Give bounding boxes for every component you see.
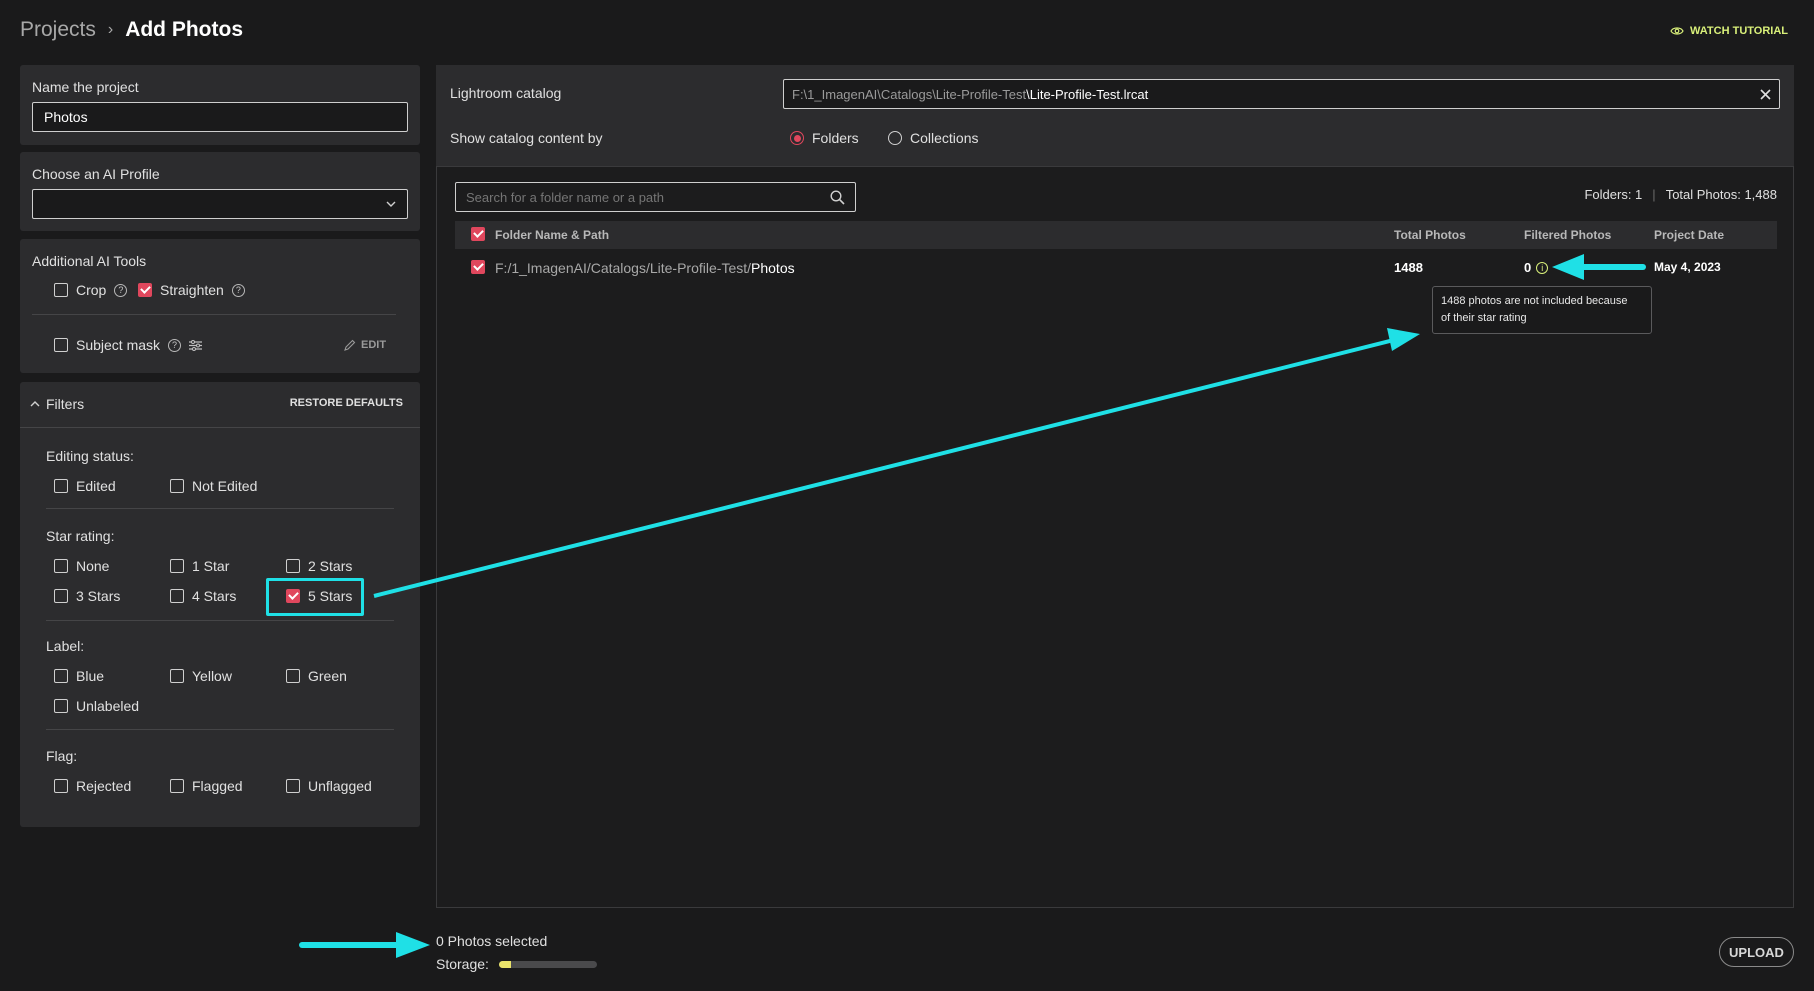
arrow-to-photos-selected	[299, 932, 430, 958]
arrow-to-filtered-photos	[1552, 254, 1646, 280]
annotation-overlay	[299, 254, 1646, 958]
arrow-to-tooltip	[373, 328, 1420, 598]
